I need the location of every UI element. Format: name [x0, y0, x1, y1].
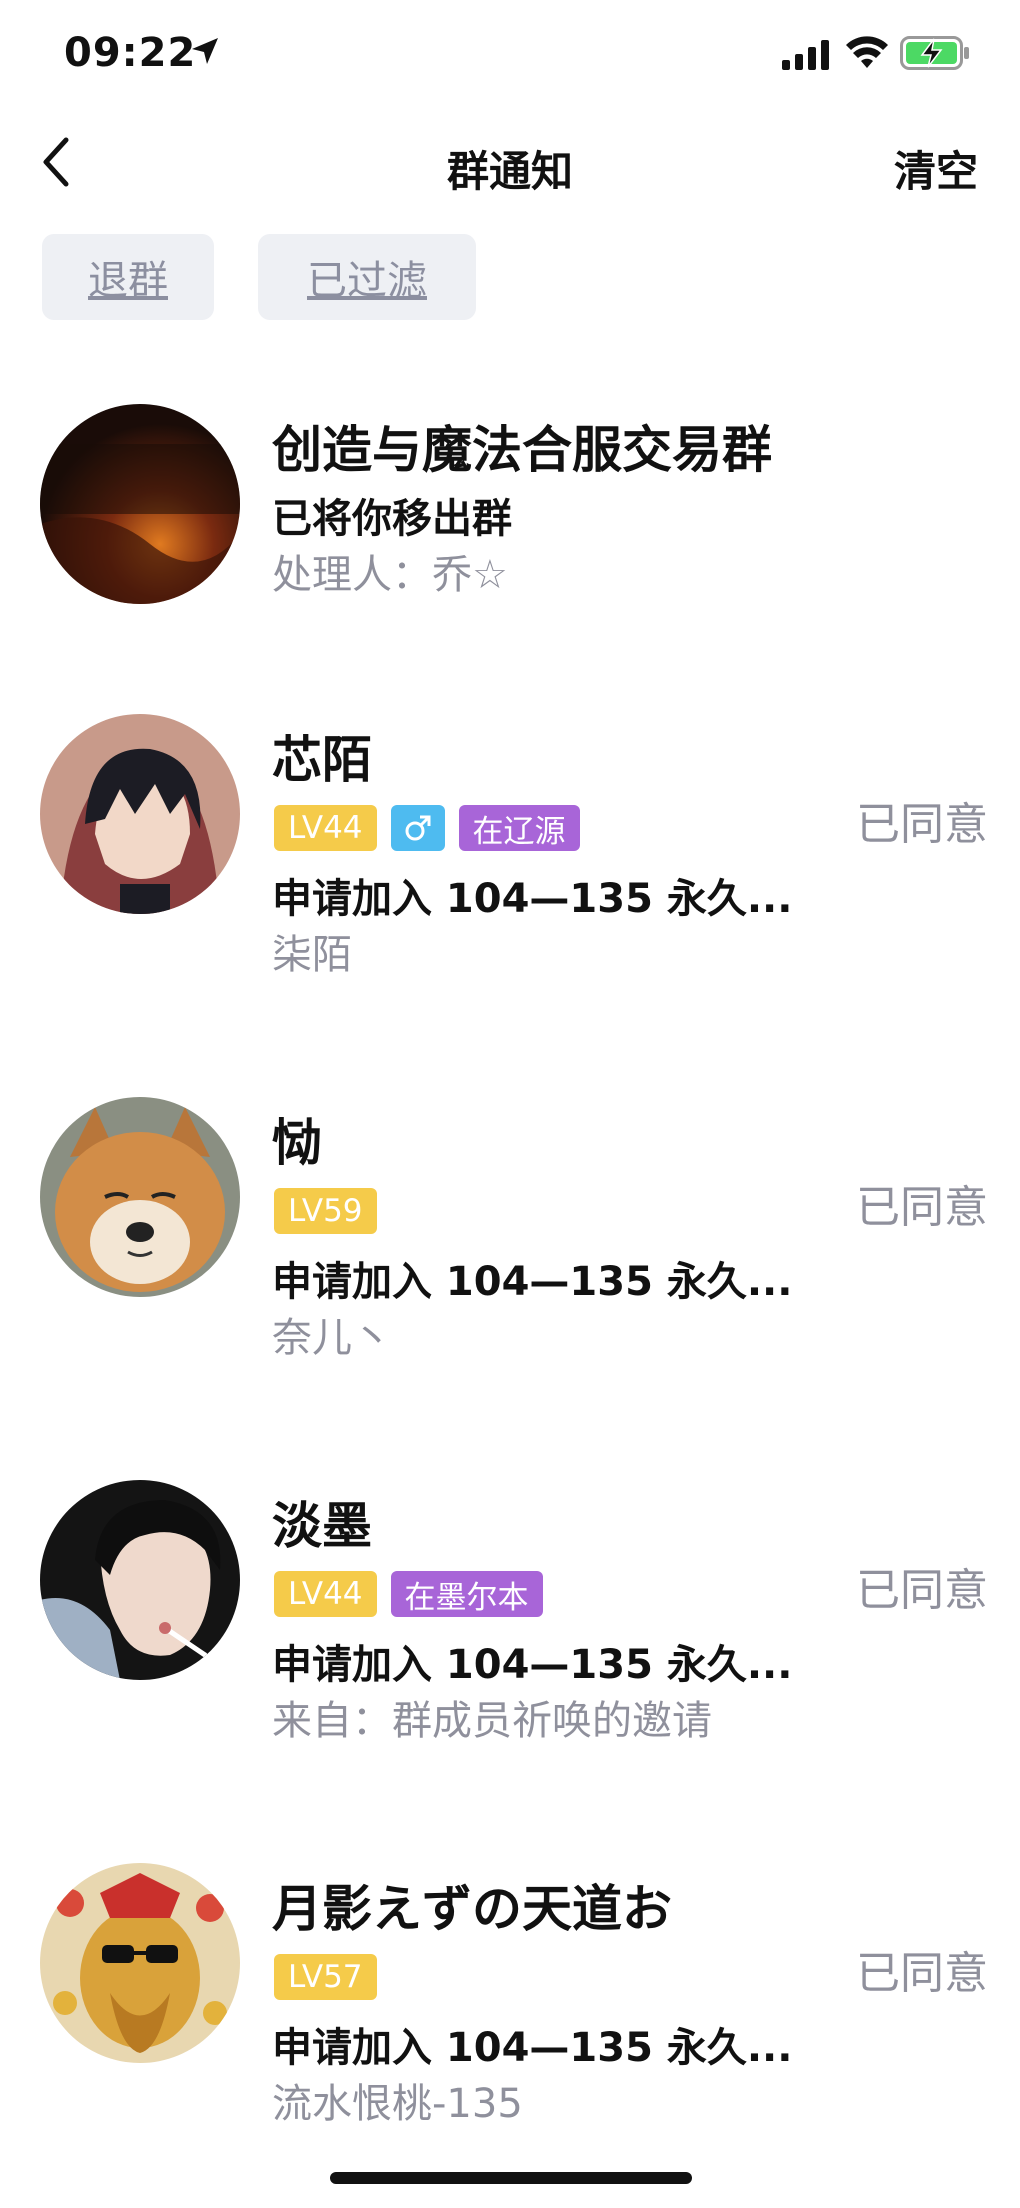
- status-time: 09:22: [64, 30, 197, 76]
- level-badge: LV59: [274, 1188, 377, 1234]
- battery-charging-icon: [900, 36, 969, 70]
- cellular-signal-icon: [782, 40, 829, 70]
- page-title: 群通知: [446, 147, 573, 196]
- filter-quit-button[interactable]: 退群: [42, 234, 214, 320]
- status-label: 已同意: [856, 1182, 988, 1233]
- item-name: 创造与魔法合服交易群: [272, 421, 772, 479]
- badge-row: LV44 在墨尔本: [274, 1571, 543, 1617]
- status-label: 已同意: [856, 1565, 988, 1616]
- notification-item[interactable]: 淡墨 LV44 在墨尔本 申请加入 104—135 永久... 来自：群成员祈唤…: [0, 1466, 1020, 1849]
- notification-item[interactable]: 芯陌 LV44 在辽源 申请加入 104—135 永久... 柒陌 已同意: [0, 700, 1020, 1083]
- item-name: 恸: [272, 1114, 322, 1172]
- user-avatar: [40, 1863, 240, 2063]
- badge-row: LV44 在辽源: [274, 805, 580, 851]
- location-arrow-icon: [192, 38, 218, 64]
- badge-row: LV57: [274, 1954, 377, 2000]
- level-badge: LV44: [274, 1571, 377, 1617]
- wifi-icon: [846, 36, 888, 68]
- home-indicator[interactable]: [330, 2172, 692, 2184]
- item-name: 芯陌: [272, 731, 372, 789]
- male-icon: [390, 805, 445, 851]
- item-description: 申请加入 104—135 永久...: [272, 876, 793, 922]
- item-description: 申请加入 104—135 永久...: [272, 1642, 793, 1688]
- location-badge: 在辽源: [458, 805, 580, 851]
- status-bar: 09:22: [0, 0, 1020, 110]
- clear-button[interactable]: 清空: [894, 138, 978, 199]
- item-subtext: 奈儿丶: [272, 1315, 392, 1361]
- level-badge: LV57: [274, 1954, 377, 2000]
- item-subtext: 柒陌: [272, 932, 352, 978]
- user-avatar: [40, 714, 240, 914]
- item-name: 淡墨: [272, 1497, 372, 1555]
- item-name: 月影えずの天道お: [272, 1880, 672, 1938]
- notification-item[interactable]: 恸 LV59 申请加入 104—135 永久... 奈儿丶 已同意: [0, 1083, 1020, 1466]
- filter-filtered-button[interactable]: 已过滤: [258, 234, 476, 320]
- user-avatar: [40, 1480, 240, 1680]
- level-badge: LV44: [274, 805, 377, 851]
- status-label: 已同意: [856, 1948, 988, 1999]
- user-avatar: [40, 1097, 240, 1297]
- item-description: 申请加入 104—135 永久...: [272, 1259, 793, 1305]
- item-subtext: 流水恨桃-135: [272, 2081, 523, 2127]
- notification-item[interactable]: 月影えずの天道お LV57 申请加入 104—135 永久... 流水恨桃-13…: [0, 1849, 1020, 2208]
- item-description: 申请加入 104—135 永久...: [272, 2025, 793, 2071]
- group-avatar: [40, 404, 240, 604]
- nav-bar: 群通知 清空: [0, 110, 1020, 220]
- item-subtext: 处理人：乔☆: [272, 552, 508, 598]
- item-description: 已将你移出群: [272, 496, 512, 542]
- location-badge: 在墨尔本: [390, 1571, 543, 1617]
- badge-row: LV59: [274, 1188, 377, 1234]
- status-label: 已同意: [856, 799, 988, 850]
- item-subtext: 来自：群成员祈唤的邀请: [272, 1698, 712, 1744]
